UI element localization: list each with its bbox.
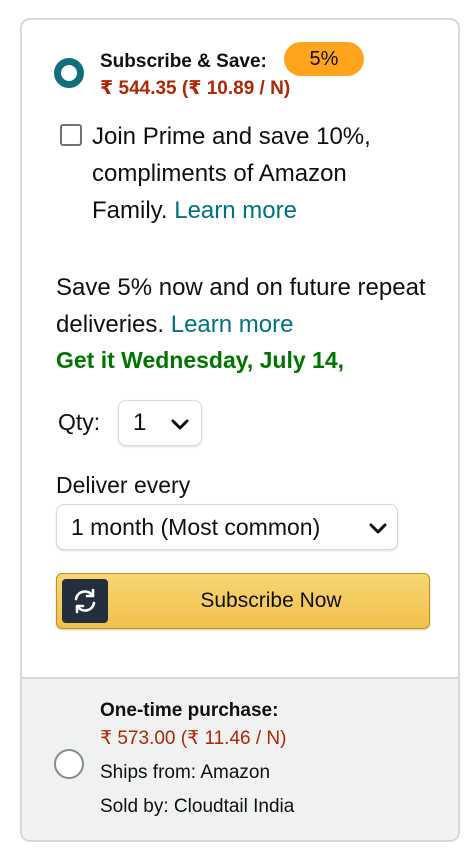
delivery-date: Get it Wednesday, July 14, [56, 347, 345, 373]
refresh-icon [62, 579, 108, 623]
prime-offer-text: Join Prime and save 10%, compliments of … [92, 118, 422, 229]
chevron-down-icon [369, 523, 387, 534]
savings-info: Save 5% now and on future repeat deliver… [56, 269, 436, 343]
subscribe-save-radio[interactable] [54, 58, 84, 88]
one-time-purchase-section: One-time purchase: ₹ 573.00 (₹ 11.46 / N… [22, 677, 458, 840]
subscribe-price: ₹ 544.35 (₹ 10.89 / N) [100, 78, 291, 99]
one-time-price: ₹ 573.00 (₹ 11.46 / N) [100, 728, 287, 749]
subscribe-save-title: Subscribe & Save: [100, 51, 267, 72]
savings-learn-more-link[interactable]: Learn more [171, 311, 294, 338]
qty-label: Qty: [58, 409, 101, 435]
deliver-every-label: Deliver every [56, 472, 191, 498]
discount-badge: 5% [284, 42, 364, 76]
delivery-frequency-value: 1 month (Most common) [71, 514, 321, 540]
delivery-frequency-dropdown[interactable]: 1 month (Most common) [56, 504, 398, 550]
ships-from: Ships from: Amazon [100, 762, 271, 783]
prime-learn-more-link[interactable]: Learn more [174, 197, 297, 224]
subscribe-now-button[interactable]: Subscribe Now [56, 573, 430, 629]
sold-by: Sold by: Cloudtail India [100, 796, 295, 817]
subscribe-now-label: Subscribe Now [200, 589, 342, 612]
qty-value: 1 [133, 409, 147, 436]
one-time-purchase-title: One-time purchase: [100, 700, 279, 721]
one-time-purchase-radio[interactable] [54, 749, 84, 779]
buy-box: Subscribe & Save: 5% ₹ 544.35 (₹ 10.89 /… [20, 18, 460, 842]
chevron-down-icon [171, 419, 189, 430]
qty-dropdown[interactable]: 1 [118, 400, 202, 446]
join-prime-checkbox[interactable] [60, 124, 82, 146]
